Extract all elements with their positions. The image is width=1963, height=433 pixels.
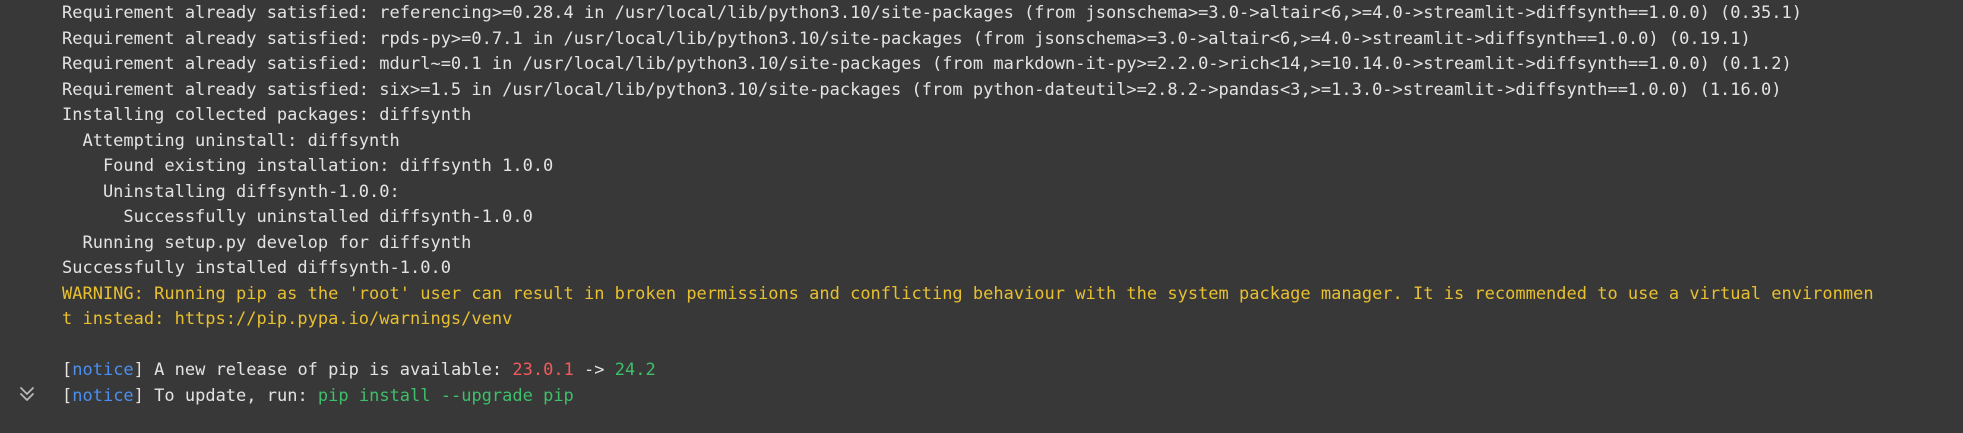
upgrade-command: pip install --upgrade pip [317, 385, 574, 406]
output-line: Requirement already satisfied: mdurl~=0.… [62, 54, 1792, 74]
warning-line: t instead: https://pip.pypa.io/warnings/… [62, 307, 1963, 333]
output-line: Requirement already satisfied: referenci… [62, 3, 1802, 23]
output-line: Requirement already satisfied: six>=1.5 … [62, 79, 1782, 100]
bracket-open: [ [62, 385, 73, 406]
old-pip-version: 23.0.1 [512, 360, 574, 380]
double-chevron-down-icon [20, 387, 34, 401]
output-line: Found existing installation: diffsynth 1… [62, 156, 554, 176]
notice-text: To update, run: [143, 385, 318, 406]
warning-text: t instead: https://pip.pypa.io/warnings/… [62, 309, 513, 329]
notice-tag: notice [72, 385, 134, 406]
output-line: Attempting uninstall: diffsynth [62, 130, 400, 151]
collapse-output-button[interactable] [14, 381, 40, 407]
notice-tag: notice [72, 360, 134, 380]
cell-output-area: Requirement already satisfied: referenci… [0, 0, 1963, 433]
output-line: Installing collected packages: diffsynth [62, 105, 472, 125]
notice-line-update: [notice] To update, run: pip install --u… [62, 384, 1963, 410]
bracket-close: ] [133, 360, 144, 380]
output-line: Running setup.py develop for diffsynth [62, 232, 472, 253]
warning-line: WARNING: Running pip as the 'root' user … [62, 283, 1874, 304]
notice-line-release: [notice] A new release of pip is availab… [62, 358, 1963, 384]
output-line: Successfully installed diffsynth-1.0.0 [62, 258, 451, 278]
bracket-open: [ [62, 360, 73, 380]
pip-install-output: Requirement already satisfied: referenci… [62, 1, 1963, 409]
output-line: Successfully uninstalled diffsynth-1.0.0 [62, 207, 533, 227]
new-pip-version: 24.2 [614, 360, 656, 380]
version-arrow: -> [573, 360, 615, 380]
bracket-close: ] [133, 385, 144, 406]
notice-text: A new release of pip is available: [143, 360, 513, 380]
output-line: Uninstalling diffsynth-1.0.0: [62, 181, 400, 202]
output-line: Requirement already satisfied: rpds-py>=… [62, 28, 1751, 49]
